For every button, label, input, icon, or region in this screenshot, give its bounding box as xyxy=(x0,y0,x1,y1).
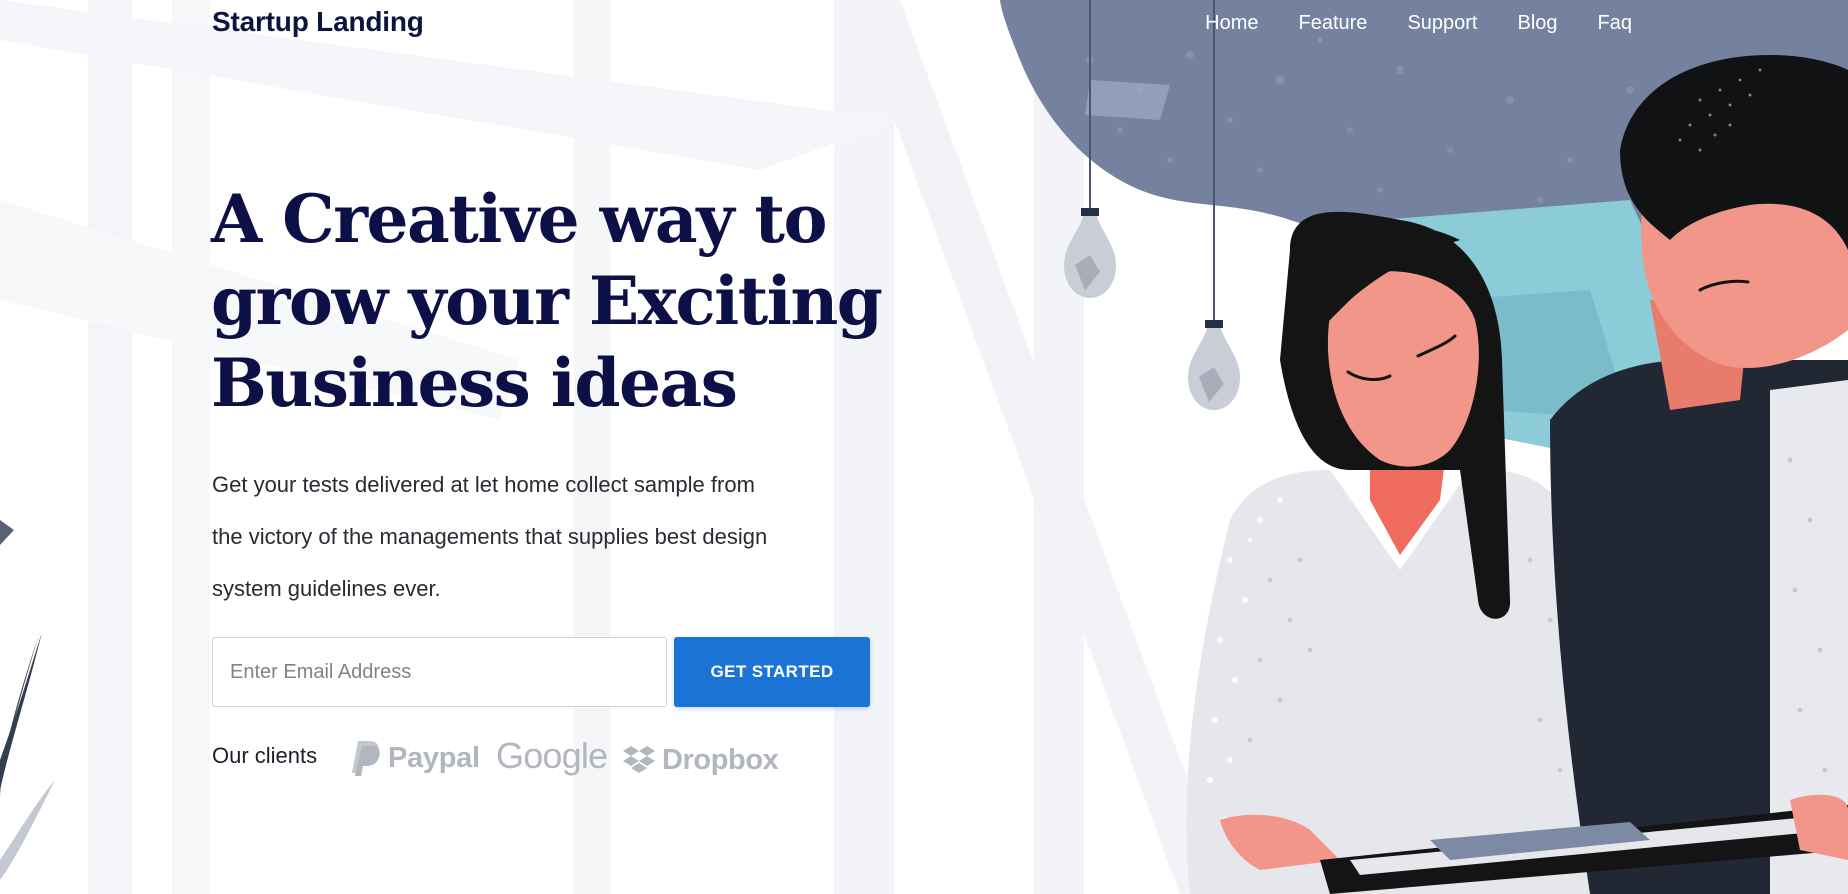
nav-blog[interactable]: Blog xyxy=(1518,12,1558,35)
headline-line: A Creative way to xyxy=(211,180,828,258)
nav-home[interactable]: Home xyxy=(1205,12,1258,35)
hero-illustration xyxy=(1000,0,1848,894)
headline-line: grow your Exciting xyxy=(211,262,883,340)
hero-headline: A Creative way to grow your Exciting Bus… xyxy=(211,178,911,424)
leaf-decoration xyxy=(0,630,40,800)
hero-description: Get your tests delivered at let home col… xyxy=(212,459,832,615)
brand-logo[interactable]: Startup Landing xyxy=(212,6,424,38)
nav-support[interactable]: Support xyxy=(1407,12,1477,35)
clients-label: Our clients xyxy=(212,743,318,768)
client-logo-paypal: Paypal xyxy=(350,738,480,778)
nav-faq[interactable]: Faq xyxy=(1598,12,1632,35)
nav-feature[interactable]: Feature xyxy=(1299,12,1368,35)
paypal-wordmark: Paypal xyxy=(388,741,480,774)
main-nav: Home Feature Support Blog Faq xyxy=(1205,12,1632,35)
dropbox-icon xyxy=(623,746,655,773)
description-line: the victory of the managements that supp… xyxy=(212,524,768,549)
description-line: Get your tests delivered at let home col… xyxy=(212,472,755,497)
get-started-button[interactable]: GET STARTED xyxy=(674,637,870,707)
description-line: system guidelines ever. xyxy=(212,576,441,601)
client-logo-google: Google xyxy=(496,735,608,776)
headline-line: Business ideas xyxy=(211,344,738,422)
email-input[interactable] xyxy=(212,637,667,707)
google-logo: Google xyxy=(496,735,608,776)
client-logo-dropbox: Dropbox xyxy=(622,740,779,780)
paypal-icon xyxy=(352,741,380,776)
landing-page: Startup Landing Home Feature Support Blo… xyxy=(0,0,1848,894)
dropbox-wordmark: Dropbox xyxy=(662,743,779,776)
